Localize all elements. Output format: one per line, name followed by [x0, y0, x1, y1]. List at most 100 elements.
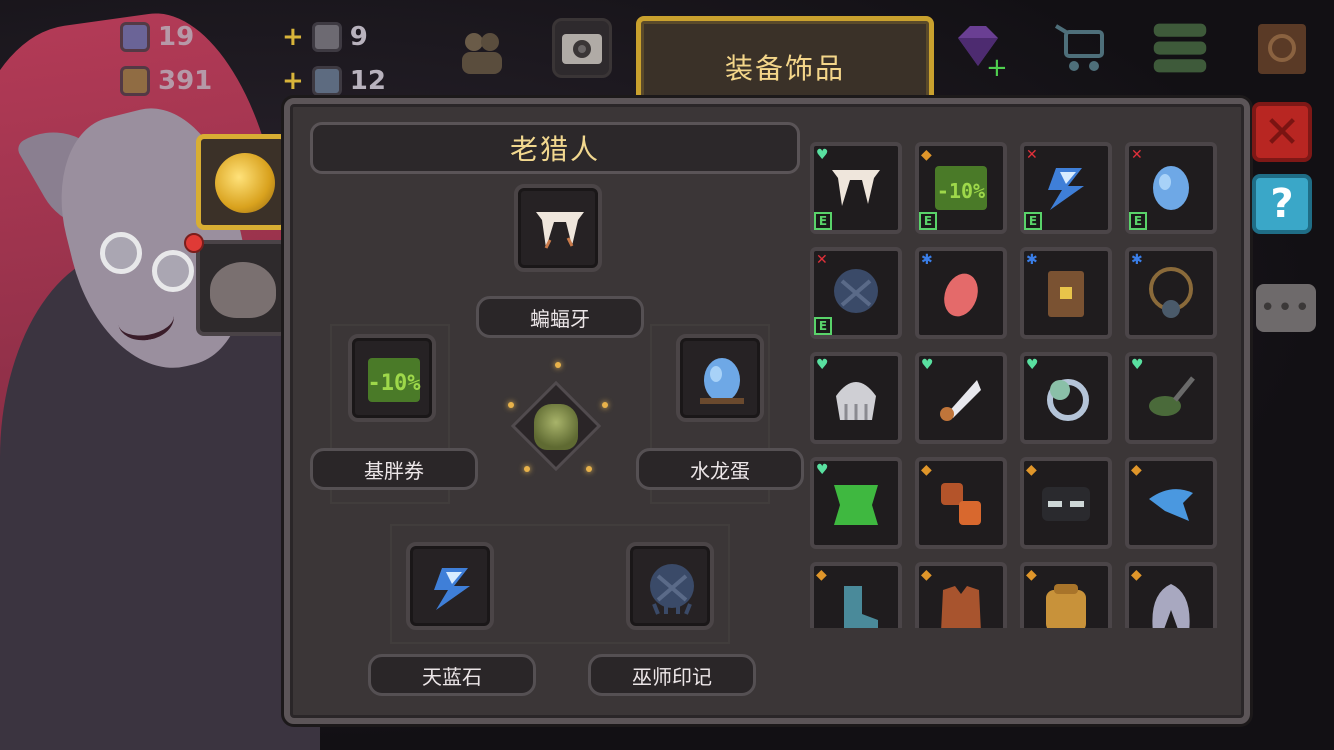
inventory-slot[interactable]: ◆: [1020, 457, 1112, 549]
water-dragon-egg-icon: [700, 358, 744, 404]
notification-dot: [184, 233, 204, 253]
skull-helm-icon: [836, 382, 876, 420]
glasses-right: [152, 250, 194, 292]
slot-top[interactable]: [514, 184, 602, 272]
shield-badge-icon: ◆: [816, 567, 827, 583]
help-icon: ?: [1270, 181, 1294, 227]
inventory-slot[interactable]: ◆: [1020, 562, 1112, 628]
inventory-slot[interactable]: ✕ E: [1020, 142, 1112, 234]
resource-1-value: 19: [158, 22, 195, 52]
glasses-left: [100, 232, 142, 274]
chat-button[interactable]: •••: [1256, 284, 1316, 332]
slot-bottom-left[interactable]: [406, 542, 494, 630]
coupon-icon: -10%: [935, 166, 987, 210]
slot-left[interactable]: -10%: [348, 334, 436, 422]
plus-icon: +: [282, 66, 304, 96]
gem-icon: [120, 22, 150, 52]
inventory-slot[interactable]: ◆: [1125, 562, 1217, 628]
equipment-panel: 老猎人 蝙蝠牙 -10% 基胖券 水龙蛋 天蓝石 巫师印记 ♥ E -10% ◆…: [284, 98, 1250, 724]
hunter-emblem-icon: [534, 404, 578, 450]
bonus-2: + 12: [282, 66, 386, 96]
inventory-slot[interactable]: ✱: [915, 247, 1007, 339]
character-name-label: 老猎人: [509, 133, 600, 166]
heart-badge-icon: ♥: [816, 147, 829, 163]
water-dragon-egg-icon: [1153, 166, 1189, 210]
heart-badge-icon: ♥: [1131, 357, 1144, 373]
bonus-1: + 9: [282, 22, 368, 52]
shield-badge-icon: ◆: [1131, 462, 1142, 478]
blue-bird-icon: [1149, 489, 1193, 521]
tab-equip-accessories-label: 装备饰品: [724, 52, 845, 85]
frying-pan-icon: [1149, 376, 1195, 416]
chat-icon: •••: [1259, 293, 1312, 323]
slot-bottom-right[interactable]: [626, 542, 714, 630]
character-name: 老猎人: [310, 122, 800, 174]
inventory-slot[interactable]: ✕ E: [1125, 142, 1217, 234]
diamond-shop-icon[interactable]: +: [948, 18, 1008, 78]
inventory-slot[interactable]: ◆: [1125, 457, 1217, 549]
inventory-slot[interactable]: ♥ E: [810, 142, 902, 234]
inventory-slot[interactable]: ♥: [1125, 352, 1217, 444]
slot-right-label: 水龙蛋: [636, 448, 804, 490]
close-icon: ✕: [1263, 106, 1301, 158]
shield-badge-icon: ◆: [921, 567, 932, 583]
wizard-mark-icon: [834, 269, 878, 313]
dark-mask-icon: [1042, 487, 1090, 521]
inventory-slot[interactable]: ♥: [1020, 352, 1112, 444]
coin-icon: [120, 66, 150, 96]
bonus-1-value: 9: [349, 22, 368, 52]
shield-badge-icon: ◆: [1131, 567, 1142, 583]
shield-badge-icon: ◆: [921, 147, 932, 163]
resource-2: 391: [120, 66, 212, 96]
shield-badge-icon: ◆: [1026, 462, 1037, 478]
feather-quill-icon: [940, 380, 981, 421]
backpack-icon: [311, 66, 342, 96]
sparkle-icon: [555, 362, 561, 368]
help-button[interactable]: ?: [1252, 174, 1312, 234]
inventory-slot[interactable]: ◆: [915, 457, 1007, 549]
scroll-box-icon: [1048, 271, 1084, 317]
inventory-slot[interactable]: ♥: [810, 352, 902, 444]
slot-right[interactable]: [676, 334, 764, 422]
slot-bottom-left-text: 天蓝石: [422, 664, 482, 689]
heart-badge-icon: ♥: [1026, 357, 1039, 373]
star-badge-icon: ✱: [1131, 252, 1143, 268]
coupon-icon: -10%: [368, 358, 421, 402]
bonus-2-value: 12: [349, 66, 386, 96]
heart-badge-icon: ♥: [816, 462, 829, 478]
slot-bottom-right-label: 巫师印记: [588, 654, 756, 696]
book-icon[interactable]: [1252, 18, 1312, 78]
bat-fang-icon: [536, 212, 584, 249]
cart-icon[interactable]: [1052, 18, 1112, 78]
menu-list-icon[interactable]: [1150, 18, 1210, 78]
equipped-badge: E: [1129, 212, 1147, 230]
hood-icon: [1152, 584, 1190, 628]
inventory-slot[interactable]: ♥: [915, 352, 1007, 444]
slot-bottom-left-label: 天蓝石: [368, 654, 536, 696]
meat-icon: [944, 273, 978, 317]
inventory-slot[interactable]: ♥: [810, 457, 902, 549]
inventory-slot[interactable]: ✕ E: [810, 247, 902, 339]
inventory-slot[interactable]: ◆: [915, 562, 1007, 628]
equipped-badge: E: [919, 212, 937, 230]
tab-equip-accessories[interactable]: 装备饰品: [636, 16, 934, 108]
equipped-badge: E: [814, 317, 832, 335]
backpack-icon: [1046, 584, 1086, 628]
camera-icon[interactable]: [552, 18, 612, 78]
item-tab-golden-pot[interactable]: [196, 134, 288, 230]
slot-top-label: 蝙蝠牙: [476, 296, 644, 338]
leather-vest-icon: [941, 586, 981, 628]
inventory-slot[interactable]: ◆: [810, 562, 902, 628]
inventory-slot[interactable]: ✱: [1125, 247, 1217, 339]
inventory-slot[interactable]: -10% ◆ E: [915, 142, 1007, 234]
close-button[interactable]: ✕: [1252, 102, 1312, 162]
rat-icon: [210, 262, 276, 318]
item-tab-rat[interactable]: [196, 240, 288, 336]
heroes-icon[interactable]: [452, 22, 512, 82]
inventory-grid: ♥ E -10% ◆ E ✕ E ✕ E ✕ E ✱ ✱ ✱ ♥ ♥ ♥ ♥ ♥ ◆ ◆ ◆ ◆ ◆ ◆ ◆: [810, 142, 1234, 628]
star-badge-icon: ✱: [1026, 252, 1038, 268]
sky-blue-stone-icon: [1048, 168, 1084, 210]
sparkle-icon: [508, 402, 514, 408]
svg-text:-10%: -10%: [937, 179, 985, 203]
inventory-slot[interactable]: ✱: [1020, 247, 1112, 339]
